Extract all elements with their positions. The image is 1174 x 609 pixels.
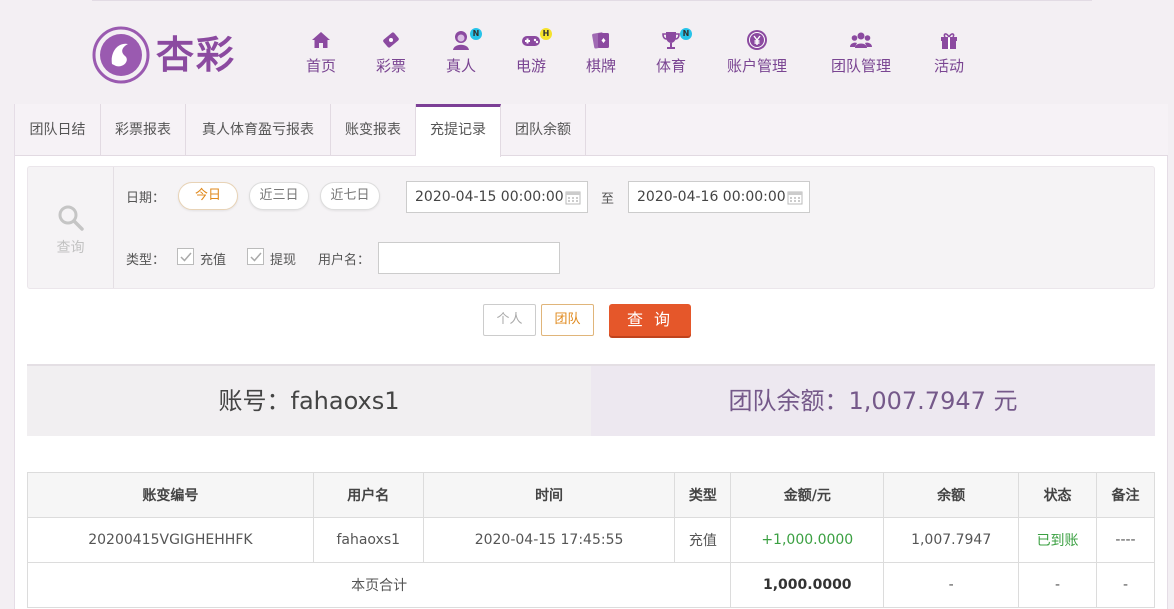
team-balance-summary: 团队余额：1,007.7947 元	[591, 366, 1155, 436]
date-to-label: 至	[601, 192, 615, 207]
tab-team-balance[interactable]: 团队余额	[501, 104, 586, 156]
nav-label: 团队管理	[830, 57, 891, 75]
yen-coin-icon	[747, 30, 767, 50]
type-cell: 充值	[674, 517, 732, 563]
column-header[interactable]: 用户名	[312, 472, 424, 518]
page-total-row: 本页合计 1,000.0000 - - -	[26, 562, 1155, 608]
nav-item-chess-cards[interactable]: 棋牌	[582, 28, 620, 84]
nav-label: 彩票	[375, 57, 406, 75]
logo-text: 杏彩	[156, 33, 237, 77]
report-tabs: 团队日结 彩票报表 真人体育盈亏报表 账变报表 充提记录 团队余额	[15, 104, 1168, 157]
nav-label: 棋牌	[585, 57, 616, 75]
nav-label: 体育	[655, 57, 686, 75]
checkmark-icon	[180, 252, 192, 262]
page-total-amount: 1,000.0000	[730, 562, 885, 608]
search-section-label: 查询	[56, 240, 85, 256]
column-header[interactable]: 备注	[1096, 472, 1155, 518]
tab-transaction-report[interactable]: 账变报表	[331, 104, 416, 156]
nav-label: 首页	[305, 57, 336, 75]
transaction-id-cell: 20200415VGIGHEHHFK	[27, 517, 314, 563]
gift-icon	[941, 33, 957, 49]
nav-label: 账户管理	[726, 57, 787, 75]
start-date-input[interactable]: 2020-04-15 00:00:00	[406, 181, 588, 213]
lottery-ticket-icon	[383, 32, 399, 48]
nav-item-egames[interactable]: H 电游	[512, 28, 552, 84]
column-header[interactable]: 类型	[674, 472, 732, 518]
recharge-label: 充值	[200, 253, 227, 268]
column-header[interactable]: 时间	[422, 472, 676, 518]
nav-item-home[interactable]: 首页	[302, 28, 340, 84]
calendar-icon	[787, 191, 803, 205]
search-section: 查询	[28, 167, 114, 288]
tab-team-daily[interactable]: 团队日结	[15, 104, 101, 156]
report-panel: 团队日结 彩票报表 真人体育盈亏报表 账变报表 充提记录 团队余额 查询 日期：…	[14, 104, 1168, 609]
nav-label: 活动	[933, 57, 964, 75]
column-header[interactable]: 金额/元	[730, 472, 885, 518]
page-total-status: -	[1018, 562, 1098, 608]
logo[interactable]: 杏彩	[92, 24, 252, 86]
search-icon	[58, 205, 84, 231]
username-cell: fahaoxs1	[312, 517, 424, 563]
nav-item-account[interactable]: 账户管理	[722, 28, 792, 84]
tab-live-sports-report[interactable]: 真人体育盈亏报表	[186, 104, 331, 156]
nav-item-live[interactable]: N 真人	[442, 28, 482, 84]
personal-button[interactable]: 个人	[483, 304, 536, 336]
nav-badge-new: N	[680, 28, 692, 40]
table-row: 20200415VGIGHEHHFK fahaoxs1 2020-04-15 1…	[27, 517, 1155, 563]
calendar-icon	[565, 191, 581, 205]
team-button[interactable]: 团队	[541, 304, 594, 336]
note-cell: ----	[1096, 517, 1155, 563]
account-summary: 账号：fahaoxs1	[27, 366, 591, 436]
recharge-checkbox[interactable]	[177, 248, 194, 265]
nav-item-promotions[interactable]: 活动	[930, 28, 968, 84]
home-icon	[312, 32, 330, 48]
start-date-value: 2020-04-15 00:00:00	[415, 189, 564, 205]
tab-lottery-report[interactable]: 彩票报表	[101, 104, 186, 156]
page-total-note: -	[1096, 562, 1155, 608]
table-header-row: 账变编号 用户名 时间 类型 金额/元 余额 状态 备注	[27, 472, 1155, 518]
withdraw-label: 提现	[270, 253, 297, 268]
nav-item-sports[interactable]: N 体育	[652, 28, 692, 84]
checkmark-icon	[250, 252, 262, 262]
range-3days-button[interactable]: 近三日	[249, 182, 309, 210]
summary-bar: 账号：fahaoxs1 团队余额：1,007.7947 元	[27, 366, 1155, 436]
top-divider	[92, 0, 1092, 1]
nav-label: 真人	[445, 57, 476, 75]
filter-box: 查询 日期： 今日 近三日 近七日 2020-04-15 00:00:00 至 …	[27, 166, 1155, 289]
column-header[interactable]: 余额	[883, 472, 1020, 518]
status-cell: 已到账	[1018, 517, 1098, 563]
logo-emblem-icon	[92, 26, 150, 84]
team-icon	[850, 32, 872, 48]
end-date-input[interactable]: 2020-04-16 00:00:00	[628, 181, 810, 213]
column-header[interactable]: 状态	[1018, 472, 1098, 518]
username-label: 用户名：	[318, 253, 371, 268]
username-input[interactable]	[378, 242, 560, 274]
time-cell: 2020-04-15 17:45:55	[422, 517, 676, 563]
query-button[interactable]: 查 询	[609, 304, 691, 336]
tab-deposit-withdraw-records[interactable]: 充提记录	[416, 104, 501, 157]
balance-cell: 1,007.7947	[883, 517, 1020, 563]
nav-label: 电游	[515, 57, 546, 75]
amount-cell: +1,000.0000	[730, 517, 885, 563]
column-header[interactable]: 账变编号	[27, 472, 314, 518]
end-date-value: 2020-04-16 00:00:00	[637, 189, 786, 205]
cards-icon	[592, 32, 609, 49]
nav-badge-hot: H	[540, 28, 552, 40]
nav-item-team[interactable]: 团队管理	[826, 28, 896, 84]
range-7days-button[interactable]: 近七日	[320, 182, 380, 210]
page-total-label: 本页合计	[26, 562, 732, 608]
date-label: 日期：	[126, 191, 166, 206]
type-label: 类型：	[126, 253, 166, 268]
page-total-balance: -	[883, 562, 1020, 608]
records-table: 账变编号 用户名 时间 类型 金额/元 余额 状态 备注 20200415VGI…	[26, 472, 1155, 608]
range-today-button[interactable]: 今日	[178, 182, 238, 210]
nav-badge-new: N	[470, 28, 482, 40]
nav-item-lottery[interactable]: 彩票	[372, 28, 410, 84]
withdraw-checkbox[interactable]	[247, 248, 264, 265]
